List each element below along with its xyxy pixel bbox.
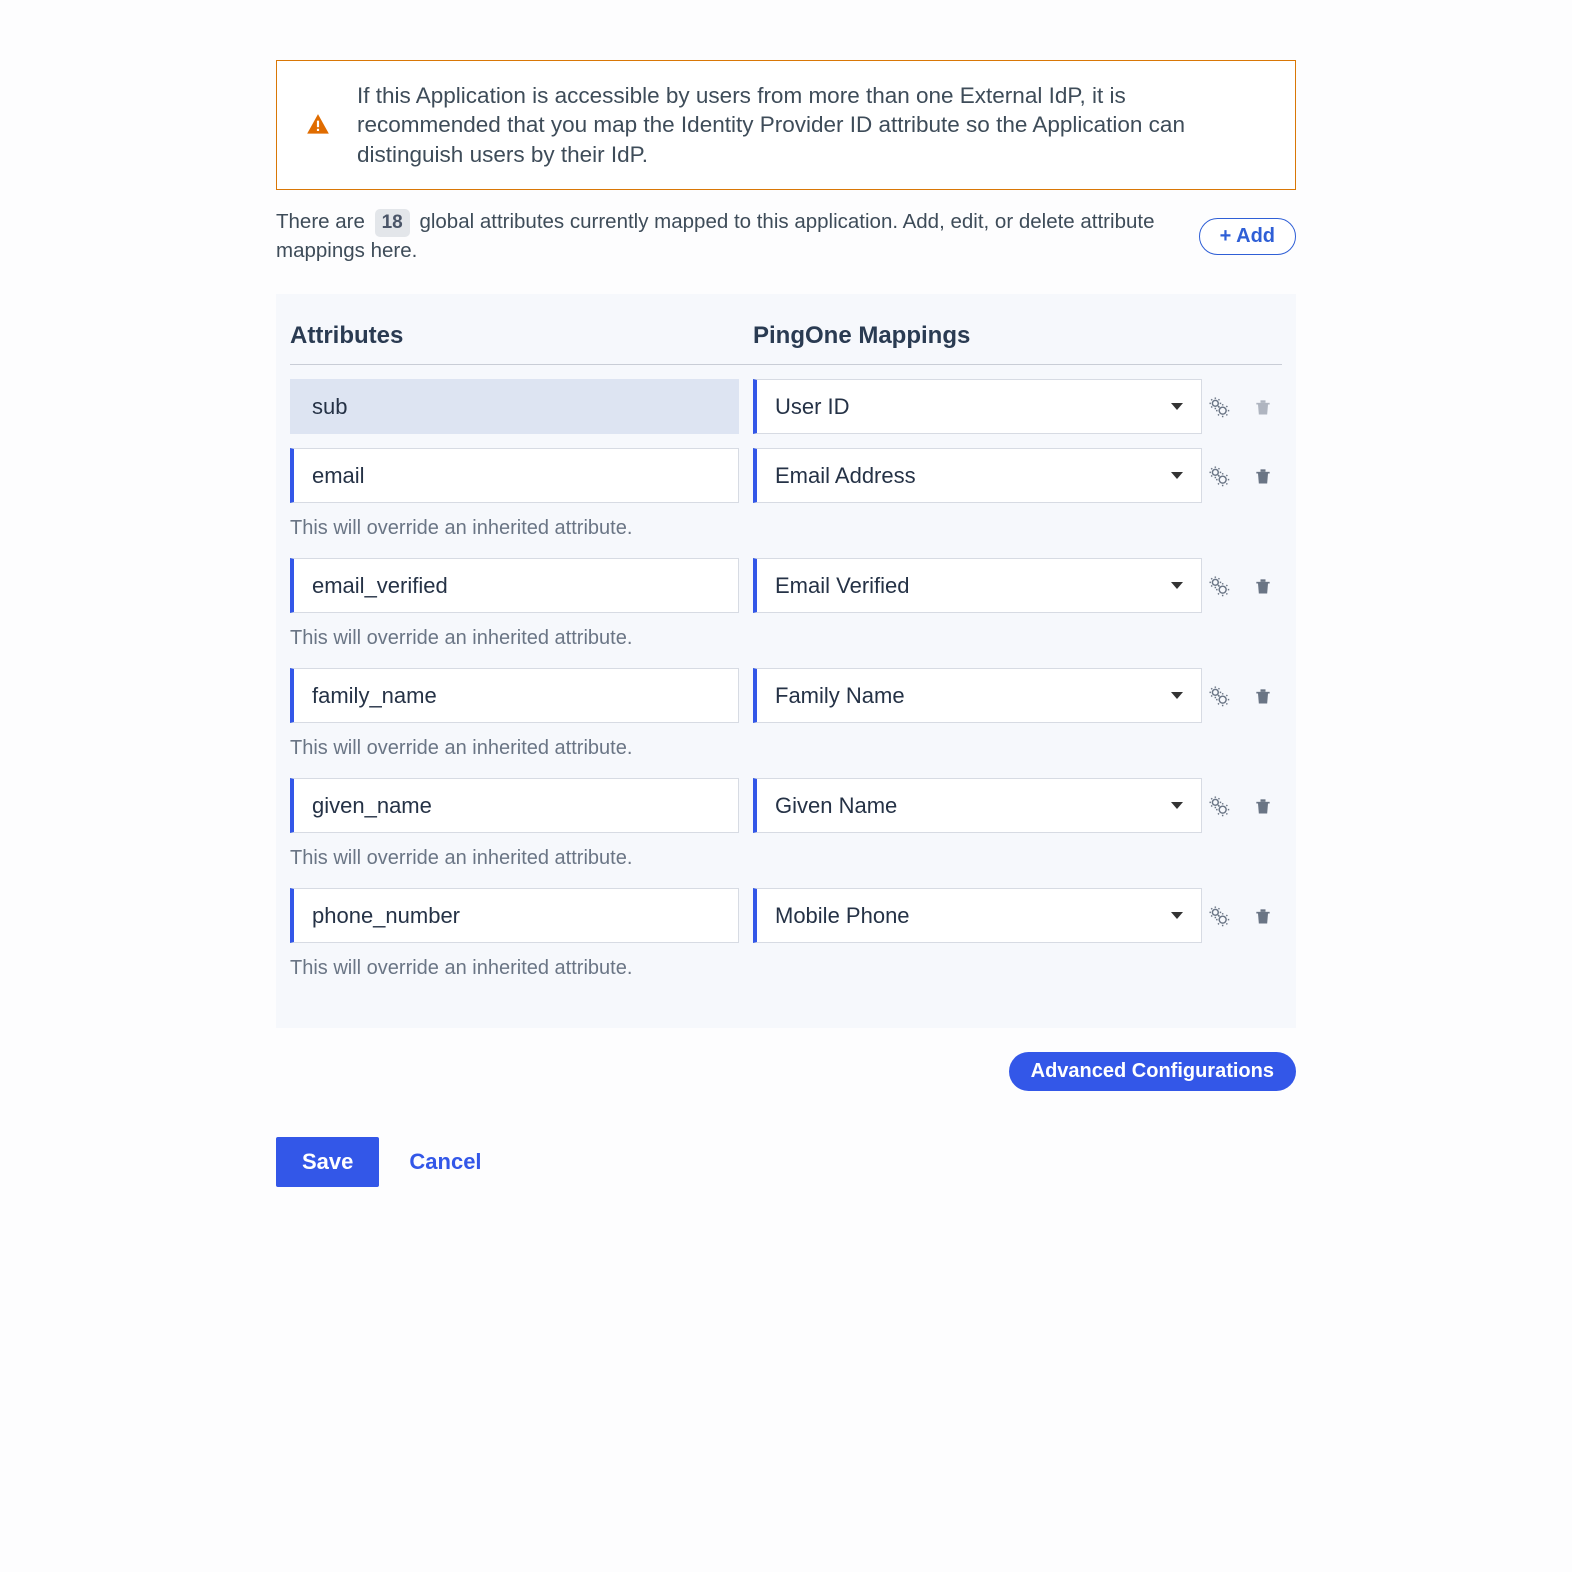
attribute-name-input[interactable]: email (290, 448, 739, 503)
attribute-name-input[interactable]: phone_number (290, 888, 739, 943)
attribute-row-inputs: family_name Family Name (290, 668, 1282, 723)
delete-icon[interactable] (1252, 795, 1274, 817)
row-actions (1208, 575, 1282, 597)
info-prefix: There are (276, 210, 365, 233)
chevron-down-icon (1171, 403, 1183, 410)
chevron-down-icon (1171, 692, 1183, 699)
delete-icon[interactable] (1252, 685, 1274, 707)
chevron-down-icon (1171, 912, 1183, 919)
attribute-row: phone_number Mobile Phone This will overr… (290, 888, 1282, 980)
delete-icon[interactable] (1252, 465, 1274, 487)
delete-icon[interactable] (1252, 905, 1274, 927)
settings-icon[interactable] (1208, 905, 1230, 927)
row-actions (1208, 396, 1282, 418)
delete-icon[interactable] (1252, 575, 1274, 597)
attribute-row-inputs: given_name Given Name (290, 778, 1282, 833)
settings-icon[interactable] (1208, 396, 1230, 418)
attribute-row: email_verified Email Verified This will o… (290, 558, 1282, 650)
attribute-row-inputs: email Email Address (290, 448, 1282, 503)
override-note: This will override an inherited attribut… (290, 517, 1282, 540)
attribute-name-input[interactable]: email_verified (290, 558, 739, 613)
row-actions (1208, 465, 1282, 487)
override-note: This will override an inherited attribut… (290, 957, 1282, 980)
row-actions (1208, 905, 1282, 927)
mapping-value: Given Name (775, 793, 897, 819)
warning-icon (305, 112, 331, 138)
delete-icon (1252, 396, 1274, 418)
pingone-mapping-select[interactable]: Given Name (753, 778, 1202, 833)
idp-warning-alert: If this Application is accessible by use… (276, 60, 1296, 190)
mapping-value: Mobile Phone (775, 903, 910, 929)
pingone-mapping-select[interactable]: Email Verified (753, 558, 1202, 613)
settings-icon[interactable] (1208, 685, 1230, 707)
header-attributes: Attributes (290, 322, 753, 350)
attribute-row: family_name Family Name This will overrid… (290, 668, 1282, 760)
chevron-down-icon (1171, 472, 1183, 479)
attribute-row: email Email Address This will override an… (290, 448, 1282, 540)
override-note: This will override an inherited attribut… (290, 737, 1282, 760)
alert-message: If this Application is accessible by use… (357, 81, 1267, 169)
pingone-mapping-select[interactable]: Email Address (753, 448, 1202, 503)
attribute-row-inputs: email_verified Email Verified (290, 558, 1282, 613)
info-bar: There are 18 global attributes currently… (276, 208, 1296, 266)
header-pingone-mappings: PingOne Mappings (753, 322, 1282, 350)
panel-headers: Attributes PingOne Mappings (290, 322, 1282, 365)
add-attribute-button[interactable]: + Add (1199, 218, 1296, 255)
pingone-mapping-select[interactable]: Family Name (753, 668, 1202, 723)
attribute-row: sub User ID (290, 379, 1282, 434)
settings-icon[interactable] (1208, 575, 1230, 597)
attribute-name-input[interactable]: family_name (290, 668, 739, 723)
mapping-value: Email Verified (775, 573, 910, 599)
advanced-configurations-button[interactable]: Advanced Configurations (1009, 1052, 1296, 1091)
attribute-name-input[interactable]: given_name (290, 778, 739, 833)
attribute-mapping-panel: Attributes PingOne Mappings sub User ID e… (276, 294, 1296, 1028)
chevron-down-icon (1171, 582, 1183, 589)
attribute-name-input: sub (290, 379, 739, 434)
cancel-button[interactable]: Cancel (409, 1149, 481, 1175)
mapping-value: Email Address (775, 463, 916, 489)
override-note: This will override an inherited attribut… (290, 627, 1282, 650)
chevron-down-icon (1171, 802, 1183, 809)
row-actions (1208, 685, 1282, 707)
pingone-mapping-select[interactable]: Mobile Phone (753, 888, 1202, 943)
save-button[interactable]: Save (276, 1137, 379, 1187)
attribute-row: given_name Given Name This will override … (290, 778, 1282, 870)
attribute-count-badge: 18 (375, 209, 410, 238)
settings-icon[interactable] (1208, 465, 1230, 487)
pingone-mapping-select[interactable]: User ID (753, 379, 1202, 434)
attribute-row-inputs: sub User ID (290, 379, 1282, 434)
settings-icon[interactable] (1208, 795, 1230, 817)
info-text: There are 18 global attributes currently… (276, 208, 1179, 266)
row-actions (1208, 795, 1282, 817)
mapping-value: User ID (775, 394, 850, 420)
attribute-row-inputs: phone_number Mobile Phone (290, 888, 1282, 943)
mapping-value: Family Name (775, 683, 905, 709)
override-note: This will override an inherited attribut… (290, 847, 1282, 870)
